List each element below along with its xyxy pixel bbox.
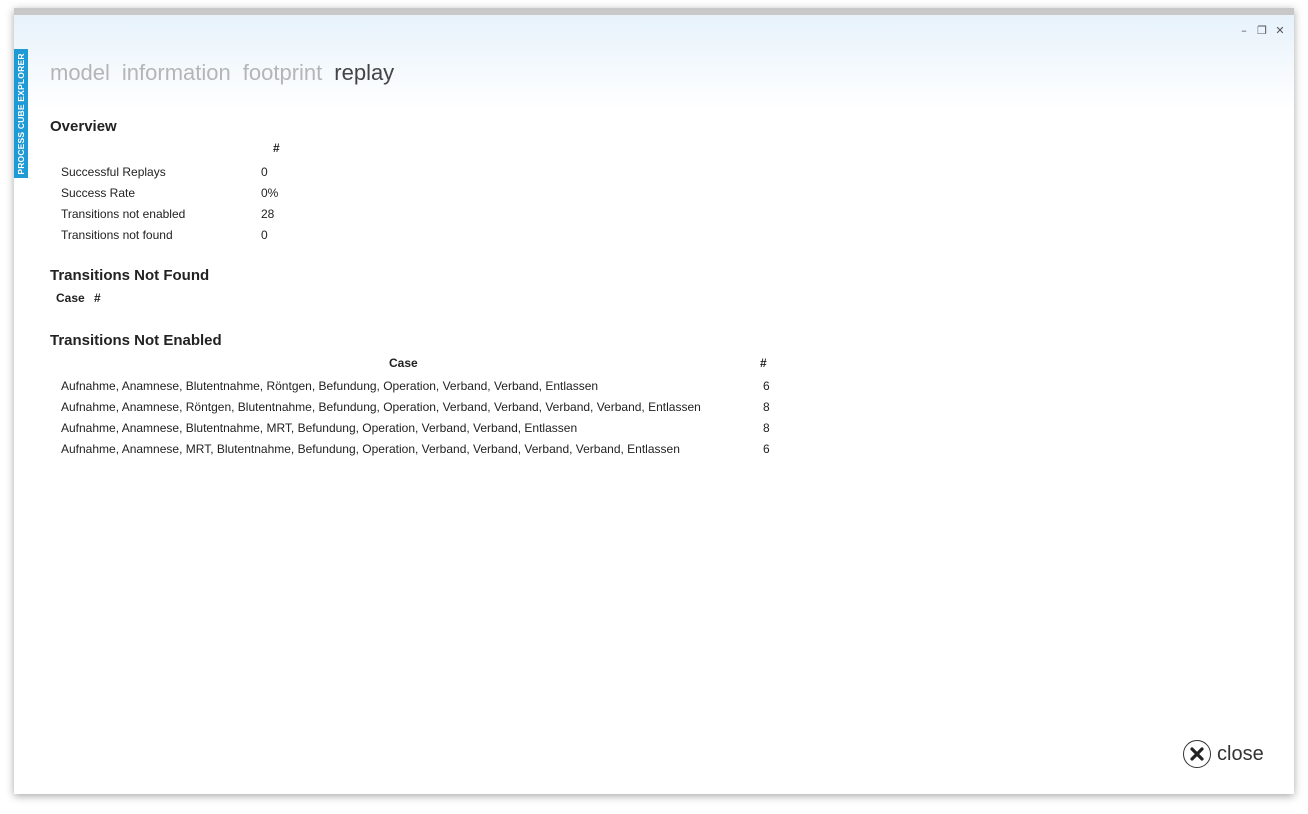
overview-row-label: Transitions not enabled [61, 207, 186, 221]
tab-model[interactable]: model [50, 60, 110, 86]
not-enabled-title: Transitions Not Enabled [50, 332, 222, 349]
side-tab-label: PROCESS CUBE EXPLORER [16, 52, 26, 175]
not-enabled-row-case: Aufnahme, Anamnese, Röntgen, Blutentnahm… [61, 400, 701, 414]
window-controls: – ❐ ✕ [1238, 25, 1286, 37]
overview-count-header: # [273, 141, 280, 155]
overview-row-label: Successful Replays [61, 165, 166, 179]
not-enabled-row-count: 6 [763, 442, 770, 456]
close-label: close [1217, 742, 1264, 765]
overview-row-value: 0 [261, 228, 268, 242]
not-enabled-row-case: Aufnahme, Anamnese, Blutentnahme, MRT, B… [61, 421, 578, 435]
tab-footprint[interactable]: footprint [243, 60, 323, 86]
not-enabled-row-count: 8 [763, 400, 770, 414]
overview-row-value: 0% [261, 186, 279, 200]
close-window-icon[interactable]: ✕ [1274, 25, 1286, 37]
tab-replay[interactable]: replay [334, 60, 394, 86]
close-circle-icon [1183, 740, 1211, 768]
close-button[interactable]: close [1183, 740, 1264, 768]
overview-row-value: 0 [261, 165, 268, 179]
overview-row-label: Success Rate [61, 186, 136, 200]
not-enabled-row-case: Aufnahme, Anamnese, MRT, Blutentnahme, B… [61, 442, 680, 456]
not-found-title: Transitions Not Found [50, 267, 210, 284]
side-tab-process-cube-explorer[interactable]: PROCESS CUBE EXPLORER [14, 49, 28, 178]
overview-row-label: Transitions not found [61, 228, 173, 242]
not-found-count-header: # [94, 291, 101, 305]
process-cube-window: – ❐ ✕ PROCESS CUBE EXPLORER model inform… [14, 8, 1294, 794]
main-nav: model information footprint replay [50, 60, 394, 86]
window-top-border [14, 8, 1294, 15]
not-found-case-header: Case [56, 291, 85, 305]
restore-icon[interactable]: ❐ [1256, 25, 1268, 37]
not-enabled-row-count: 6 [763, 379, 770, 393]
overview-title: Overview [50, 118, 117, 135]
tab-information[interactable]: information [122, 60, 231, 86]
not-enabled-row-case: Aufnahme, Anamnese, Blutentnahme, Röntge… [61, 379, 599, 393]
overview-row-value: 28 [261, 207, 275, 221]
not-enabled-row-count: 8 [763, 421, 770, 435]
minimize-icon[interactable]: – [1238, 25, 1250, 37]
not-enabled-count-header: # [760, 356, 767, 370]
not-enabled-case-header: Case [389, 356, 418, 370]
